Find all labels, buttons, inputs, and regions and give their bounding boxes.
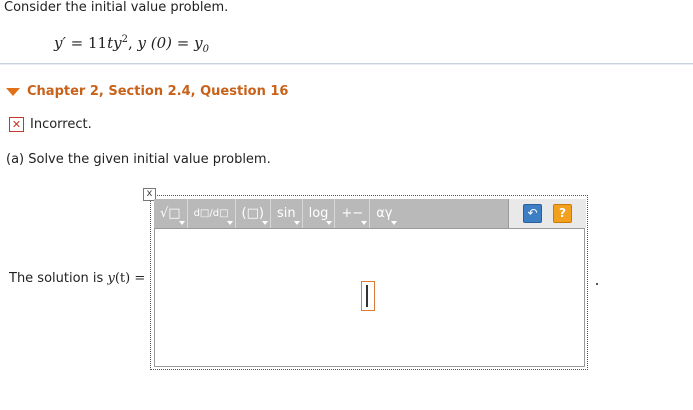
trig-menu[interactable]: sin bbox=[271, 199, 303, 228]
operators-menu[interactable]: +− bbox=[335, 199, 371, 228]
equation-lhs: y′ bbox=[54, 34, 66, 52]
math-toolbar: √□ d□/d□ (□) sin log +− αγ bbox=[154, 199, 508, 228]
solution-label: The solution is y(t) = bbox=[9, 271, 146, 286]
calculus-menu[interactable]: d□/d□ bbox=[188, 199, 236, 228]
incorrect-icon: ✕ bbox=[9, 117, 24, 132]
equation-ic-sub: 0 bbox=[202, 44, 209, 55]
section-header[interactable]: Chapter 2, Section 2.4, Question 16 bbox=[6, 84, 288, 99]
input-placeholder-box[interactable] bbox=[361, 281, 375, 311]
log-menu[interactable]: log bbox=[303, 199, 336, 228]
equation-ic: y (0) = y bbox=[137, 34, 203, 52]
divider bbox=[0, 63, 693, 65]
problem-equation: y′ = 11ty2, y (0) = y0 bbox=[54, 34, 209, 55]
trailing-dot bbox=[596, 283, 598, 285]
greek-menu[interactable]: αγ bbox=[370, 199, 398, 228]
status-text: Incorrect. bbox=[30, 117, 92, 132]
parens-menu[interactable]: (□) bbox=[236, 199, 271, 228]
solution-func: y bbox=[107, 271, 115, 286]
expand-triangle-icon[interactable] bbox=[6, 87, 20, 96]
text-cursor bbox=[366, 285, 368, 307]
equation-coef: 11 bbox=[88, 34, 108, 52]
undo-icon[interactable]: ↶ bbox=[523, 204, 542, 223]
part-a-prompt: (a) Solve the given initial value proble… bbox=[6, 152, 271, 167]
problem-intro: Consider the initial value problem. bbox=[4, 0, 229, 15]
section-title: Chapter 2, Section 2.4, Question 16 bbox=[27, 84, 289, 99]
equation-var: ty bbox=[107, 34, 122, 52]
radicals-menu[interactable]: √□ bbox=[154, 199, 188, 228]
help-icon[interactable]: ? bbox=[553, 204, 572, 223]
toolbar-actions bbox=[508, 199, 586, 228]
status-row: ✕ Incorrect. bbox=[9, 117, 92, 132]
